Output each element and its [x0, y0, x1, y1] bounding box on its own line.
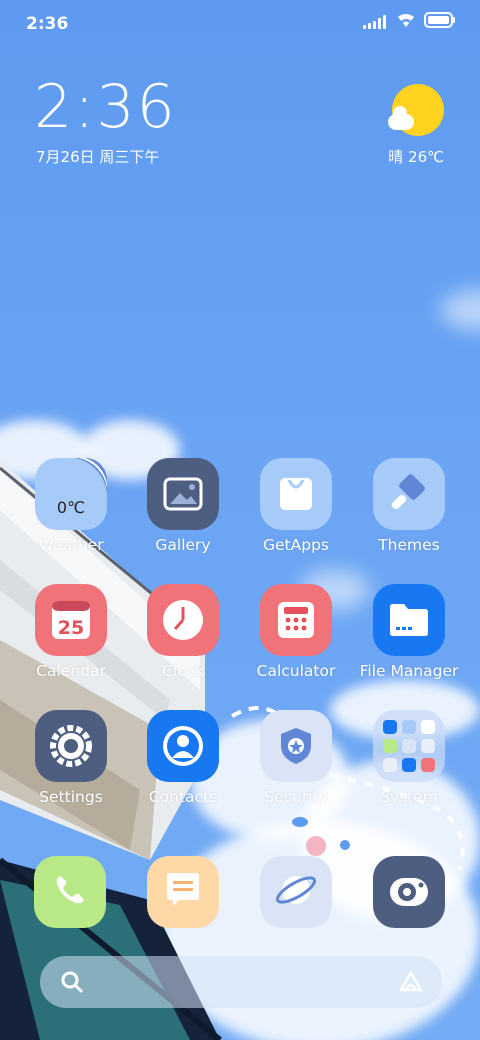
app-label: Settings [39, 788, 103, 806]
app-label: Security [264, 788, 328, 806]
battery-icon [424, 12, 456, 32]
app-label: System [380, 788, 438, 806]
app-label: Clock [161, 662, 205, 680]
app-weather[interactable]: 0℃ Weather [16, 458, 126, 554]
contact-icon [147, 710, 219, 782]
app-security[interactable]: Security [241, 710, 351, 806]
app-themes[interactable]: Themes [354, 458, 464, 554]
app-label: GetApps [263, 536, 329, 554]
shield-icon [260, 710, 332, 782]
calculator-icon [260, 584, 332, 656]
cloud-icon [388, 106, 414, 130]
app-label: Calculator [256, 662, 336, 680]
camera-icon [387, 870, 431, 914]
app-gallery[interactable]: Gallery [128, 458, 238, 554]
gear-icon [35, 710, 107, 782]
paint-brush-icon [373, 458, 445, 530]
shopping-bag-icon [260, 458, 332, 530]
home-screen: 2:36 2:36 7月26日 周三下午 晴 26℃ 0℃ Weather Ga [0, 0, 480, 1040]
app-label: Weather [38, 536, 104, 554]
app-label: Themes [378, 536, 440, 554]
app-label: Contacts [148, 788, 218, 806]
folder-grid-icon [373, 710, 445, 782]
calendar-icon: 25 [35, 584, 107, 656]
weather-temperature: 0℃ [56, 497, 86, 517]
gallery-icon [147, 458, 219, 530]
clock-widget-weather: 晴 26℃ [388, 148, 444, 166]
folder-system[interactable]: System [354, 710, 464, 806]
app-label: File Manager [359, 662, 459, 680]
folder-icon [373, 584, 445, 656]
status-icons [363, 12, 456, 32]
app-label: Gallery [155, 536, 211, 554]
app-calculator[interactable]: Calculator [241, 584, 351, 680]
browser-planet-icon [274, 868, 318, 916]
wifi-icon [396, 12, 416, 32]
app-clock[interactable]: Clock [128, 584, 238, 680]
app-label: Calendar [36, 662, 106, 680]
assistant-icon[interactable] [398, 970, 424, 998]
clock-widget-time[interactable]: 2:36 [34, 72, 177, 142]
dock-messages[interactable] [147, 856, 219, 928]
weather-icon: 0℃ [35, 458, 107, 530]
dock-phone[interactable] [34, 856, 106, 928]
app-calendar[interactable]: 25 Calendar [16, 584, 126, 680]
clock-icon [147, 584, 219, 656]
phone-icon [52, 872, 88, 912]
app-settings[interactable]: Settings [16, 710, 126, 806]
search-icon [60, 970, 84, 998]
clock-widget-date: 7月26日 周三下午 [36, 148, 160, 166]
app-getapps[interactable]: GetApps [241, 458, 351, 554]
dock-browser[interactable] [260, 856, 332, 928]
signal-icon [363, 15, 388, 29]
search-bar[interactable] [40, 956, 442, 1008]
app-file-manager[interactable]: File Manager [354, 584, 464, 680]
message-icon [163, 871, 203, 913]
app-contacts[interactable]: Contacts [128, 710, 238, 806]
status-time: 2:36 [26, 14, 69, 34]
dock-camera[interactable] [373, 856, 445, 928]
calendar-date: 25 [57, 617, 85, 639]
